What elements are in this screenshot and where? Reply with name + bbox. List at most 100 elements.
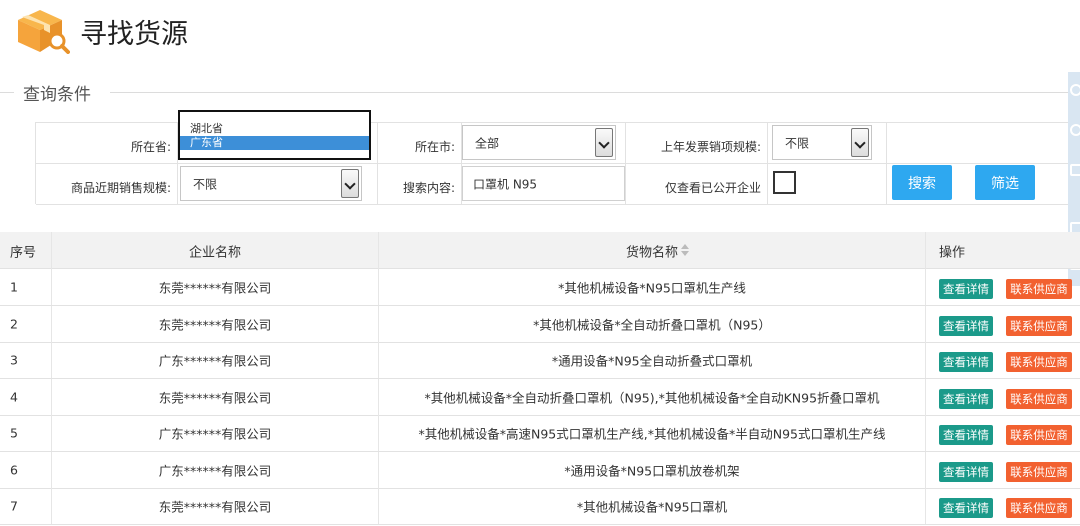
header-goods-label: 货物名称 [625, 245, 678, 260]
cell-goods: *通用设备*N95全自动折叠式口罩机 [379, 342, 926, 378]
invoice-scale-select[interactable]: 不限 [772, 125, 872, 160]
contact-supplier-button[interactable]: 联系供应商 [1006, 388, 1072, 409]
table-row: 4 东莞******有限公司 *其他机械设备*全自动折叠口罩机（N95),*其他机械… [0, 378, 1080, 416]
cell-company: 东莞******有限公司 [52, 378, 379, 415]
cell-goods: *其他机械设备*N95口罩机 [379, 488, 926, 524]
row-company-name: 东莞******有限公司 [158, 499, 272, 515]
search-content-input[interactable]: 口罩机 N95 [462, 166, 625, 201]
row-goods-name: *其他机械设备*N95口罩机 [576, 499, 728, 515]
search-button[interactable]: 搜索 [892, 165, 952, 200]
filter-button[interactable]: 筛选 [975, 165, 1035, 200]
province-label-cell: 所在省: [36, 123, 178, 164]
row-company-name: 广东******有限公司 [158, 463, 272, 478]
province-option-guangdong[interactable]: 广东省 [180, 136, 369, 150]
sales-scale-label: 商品近期销售规模: [70, 181, 171, 195]
sales-scale-select[interactable]: 不限 [180, 166, 362, 201]
city-label: 所在市: [414, 140, 455, 154]
contact-supplier-button[interactable]: 联系供应商 [1006, 315, 1072, 336]
row-index: 4 [10, 389, 18, 404]
contact-supplier-button[interactable]: 联系供应商 [1006, 461, 1072, 482]
cell-company: 东莞******有限公司 [52, 269, 379, 305]
header-goods[interactable]: 货物名称 [379, 232, 926, 269]
contact-supplier-button[interactable]: 联系供应商 [1006, 279, 1072, 299]
view-details-button[interactable]: 查看详情 [939, 279, 993, 299]
search-content-value: 口罩机 N95 [473, 177, 538, 191]
cell-goods: *其他机械设备*N95口罩机生产线 [379, 269, 926, 305]
row-goods-name: *通用设备*N95全自动折叠式口罩机 [551, 353, 753, 369]
chevron-down-icon [595, 128, 613, 157]
public-only-checkbox[interactable] [773, 171, 796, 194]
row-index: 5 [10, 425, 18, 441]
cell-index: 5 [0, 415, 52, 451]
filter-button-label: 筛选 [991, 175, 1019, 192]
cell-company: 东莞******有限公司 [52, 305, 379, 342]
sort-icon[interactable] [681, 244, 689, 258]
page-header: 寻找货源 [0, 0, 1080, 62]
side-tool-icon[interactable] [1070, 124, 1080, 136]
chevron-down-icon [851, 128, 869, 157]
row-index: 6 [10, 462, 18, 477]
table-header: 序号 企业名称 货物名称 操作 [0, 232, 1080, 269]
chevron-down-icon [341, 169, 359, 198]
empty-cell [887, 123, 1080, 164]
row-goods-name: *其他机械设备*全自动折叠口罩机（N95） [533, 317, 771, 332]
view-details-button[interactable]: 查看详情 [939, 388, 993, 409]
table-row: 2 东莞******有限公司 *其他机械设备*全自动折叠口罩机（N95） [0, 305, 1080, 343]
table-row: 1 东莞******有限公司 *其他机械设备*N95口罩机生产线 [0, 269, 1080, 306]
query-section-title: 查询条件 [23, 85, 91, 105]
cell-index: 1 [0, 269, 52, 305]
cell-index: 4 [0, 378, 52, 415]
cell-company: 广东******有限公司 [52, 342, 379, 378]
header-index: 序号 [0, 232, 52, 269]
page-title: 寻找货源 [80, 19, 188, 50]
view-details-button[interactable]: 查看详情 [939, 498, 993, 518]
row-company-name: 东莞******有限公司 [158, 390, 272, 405]
public-only-label-cell: 仅查看已公开企业 [626, 164, 768, 205]
province-option-hubei[interactable]: 湖北省 [180, 122, 369, 136]
row-index: 1 [10, 279, 18, 295]
city-label-cell: 所在市: [378, 123, 462, 164]
invoice-scale-label-cell: 上年发票销项规模: [626, 123, 768, 164]
cell-index: 3 [0, 342, 52, 378]
cell-goods: *其他机械设备*全自动折叠口罩机（N95） [379, 305, 926, 342]
cell-index: 7 [0, 488, 52, 524]
cell-index: 2 [0, 305, 52, 342]
search-content-label: 搜索内容: [402, 181, 455, 195]
cell-company: 广东******有限公司 [52, 451, 379, 488]
contact-supplier-button[interactable]: 联系供应商 [1006, 425, 1072, 445]
city-select-value: 全部 [475, 136, 500, 150]
section-divider-right [110, 92, 1068, 93]
cell-company: 广东******有限公司 [52, 415, 379, 451]
sales-scale-select-value: 不限 [193, 177, 218, 191]
view-details-button[interactable]: 查看详情 [939, 352, 993, 372]
invoice-scale-select-value: 不限 [785, 136, 810, 150]
side-tool-icon[interactable] [1070, 84, 1080, 96]
table-row: 3 广东******有限公司 *通用设备*N95全自动折叠式口罩机 [0, 342, 1080, 379]
row-goods-name: *通用设备*N95口罩机放卷机架 [564, 463, 740, 478]
invoice-scale-label: 上年发票销项规模: [660, 140, 761, 154]
view-details-button[interactable]: 查看详情 [939, 461, 993, 482]
row-company-name: 东莞******有限公司 [158, 280, 272, 296]
row-goods-name: *其他机械设备*全自动折叠口罩机（N95),*其他机械设备*全自动KN95折叠口… [424, 390, 880, 405]
search-button-label: 搜索 [908, 175, 936, 192]
contact-supplier-button[interactable]: 联系供应商 [1006, 352, 1072, 372]
header-actions-label: 操作 [939, 245, 966, 260]
row-company-name: 广东******有限公司 [158, 353, 272, 369]
province-dropdown-list[interactable]: 湖北省 广东省 [178, 110, 371, 160]
row-company-name: 东莞******有限公司 [158, 317, 272, 332]
table-row: 6 广东******有限公司 *通用设备*N95口罩机放卷机架 [0, 451, 1080, 489]
header-index-label: 序号 [10, 245, 37, 260]
side-tool-icon[interactable] [1070, 164, 1080, 176]
contact-supplier-button[interactable]: 联系供应商 [1006, 498, 1072, 518]
header-company: 企业名称 [52, 232, 379, 269]
header-company-label: 企业名称 [188, 245, 241, 260]
view-details-button[interactable]: 查看详情 [939, 425, 993, 445]
public-only-label: 仅查看已公开企业 [664, 181, 761, 195]
province-label: 所在省: [130, 140, 171, 154]
city-select[interactable]: 全部 [462, 125, 616, 160]
search-content-label-cell: 搜索内容: [378, 164, 462, 205]
row-index: 3 [10, 352, 18, 368]
table-row: 5 广东******有限公司 *其他机械设备*高速N95式口罩机生产线,*其他机械设… [0, 415, 1080, 452]
table-row: 7 东莞******有限公司 *其他机械设备*N95口罩机 [0, 488, 1080, 525]
view-details-button[interactable]: 查看详情 [939, 315, 993, 336]
